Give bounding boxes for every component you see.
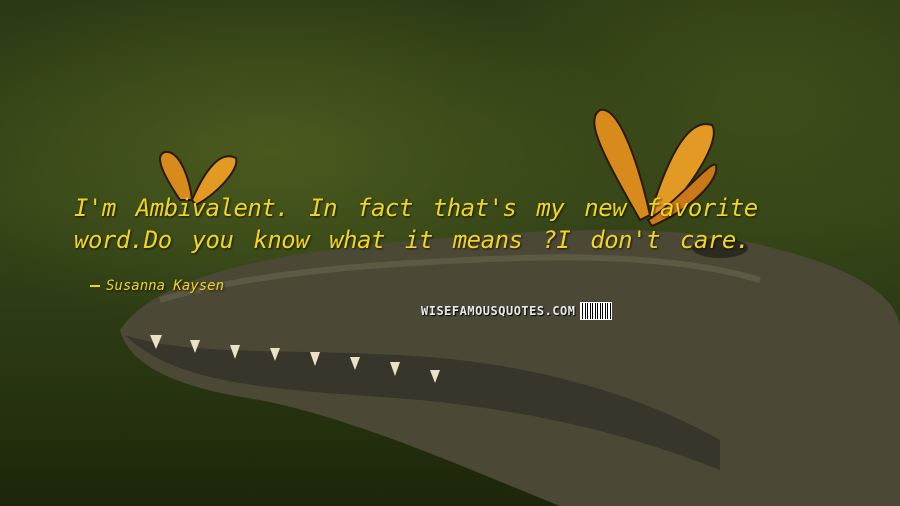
watermark-text: WISEFAMOUSQUOTES.COM xyxy=(421,304,576,318)
quote-text: I'm Ambivalent. In fact that's my new fa… xyxy=(74,194,758,254)
quote-author: Susanna Kaysen xyxy=(90,278,224,294)
author-dash xyxy=(90,285,100,287)
quote-image: I'm Ambivalent. In fact that's my new fa… xyxy=(0,0,900,506)
watermark: WISEFAMOUSQUOTES.COM xyxy=(421,302,612,320)
barcode-icon xyxy=(579,302,612,320)
author-name: Susanna Kaysen xyxy=(106,278,225,294)
